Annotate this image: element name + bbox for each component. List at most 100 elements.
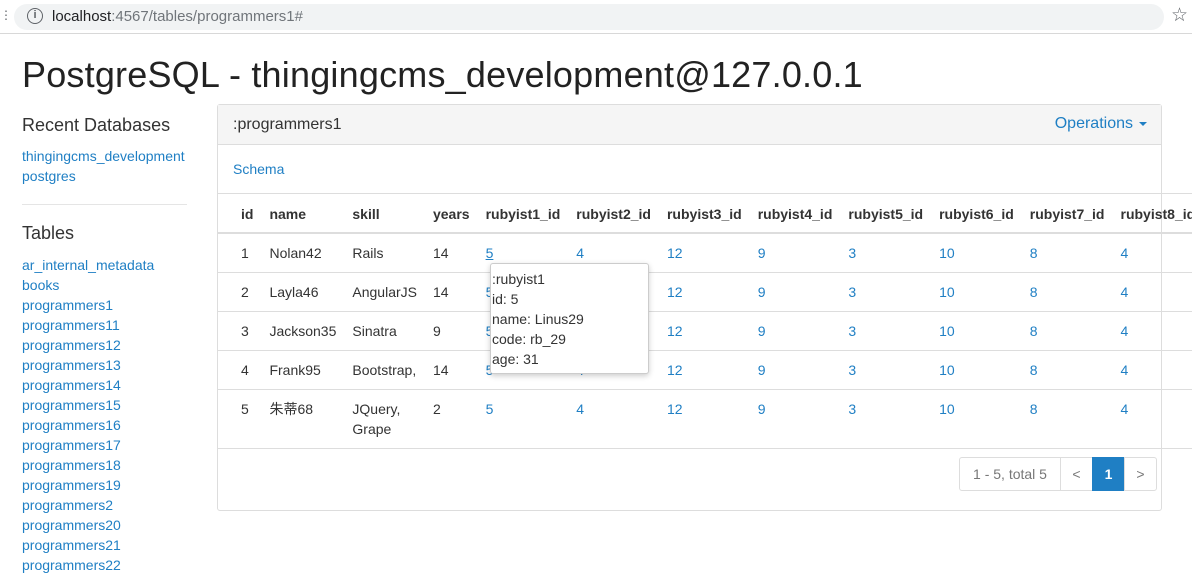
page-button-current[interactable]: 1 xyxy=(1092,457,1125,491)
url-text[interactable]: localhost:4567/tables/programmers1# xyxy=(52,8,303,25)
rubyist-link[interactable]: 12 xyxy=(667,284,683,300)
cell-years: 14 xyxy=(425,233,478,273)
rubyist-link[interactable]: 5 xyxy=(486,401,494,417)
cell-skill: JQuery, Grape xyxy=(344,389,425,448)
rubyist-link[interactable]: 8 xyxy=(1030,362,1038,378)
rubyist-link[interactable]: 8 xyxy=(1030,284,1038,300)
tooltip-field: name: Linus29 xyxy=(492,309,648,329)
cell-rubyist: 8 xyxy=(1022,350,1113,389)
cell-rubyist: 10 xyxy=(931,311,1022,350)
info-icon[interactable]: i xyxy=(27,8,43,24)
cell-rubyist: 4 xyxy=(1113,272,1192,311)
rubyist-link[interactable]: 4 xyxy=(1121,401,1129,417)
rubyist-link[interactable]: 10 xyxy=(939,245,955,261)
table-link[interactable]: programmers16 xyxy=(22,415,192,435)
column-header[interactable]: skill xyxy=(344,194,425,233)
column-header[interactable]: rubyist2_id xyxy=(568,194,659,233)
column-header[interactable]: name xyxy=(261,194,344,233)
rubyist-link[interactable]: 4 xyxy=(1121,323,1129,339)
table-link[interactable]: programmers21 xyxy=(22,535,192,555)
rubyist-link[interactable]: 10 xyxy=(939,323,955,339)
rubyist-link[interactable]: 4 xyxy=(1121,284,1129,300)
cell-rubyist: 10 xyxy=(931,233,1022,273)
table-link[interactable]: programmers14 xyxy=(22,375,192,395)
rubyist-link[interactable]: 3 xyxy=(848,323,856,339)
rubyist-link[interactable]: 3 xyxy=(848,362,856,378)
column-header[interactable]: rubyist6_id xyxy=(931,194,1022,233)
database-link[interactable]: postgres xyxy=(22,166,192,186)
table-link[interactable]: programmers2 xyxy=(22,495,192,515)
table-link[interactable]: programmers11 xyxy=(22,315,192,335)
rubyist-link[interactable]: 12 xyxy=(667,401,683,417)
rubyist-link[interactable]: 8 xyxy=(1030,401,1038,417)
tooltip-field: code: rb_29 xyxy=(492,329,648,349)
column-header[interactable]: rubyist5_id xyxy=(840,194,931,233)
rubyist-link[interactable]: 3 xyxy=(848,401,856,417)
column-header[interactable]: years xyxy=(425,194,478,233)
rubyist-link[interactable]: 9 xyxy=(758,284,766,300)
rubyist-link[interactable]: 12 xyxy=(667,323,683,339)
column-header[interactable]: rubyist1_id xyxy=(478,194,569,233)
table-link[interactable]: programmers22 xyxy=(22,555,192,575)
table-link[interactable]: ar_internal_metadata xyxy=(22,255,192,275)
column-header[interactable]: rubyist7_id xyxy=(1022,194,1113,233)
rubyist-link[interactable]: 4 xyxy=(576,245,584,261)
prev-page-button[interactable]: < xyxy=(1060,457,1093,491)
rubyist-link[interactable]: 4 xyxy=(576,401,584,417)
column-header[interactable]: rubyist4_id xyxy=(750,194,841,233)
rubyist-link[interactable]: 10 xyxy=(939,362,955,378)
url-path: :4567/tables/programmers1# xyxy=(111,8,303,25)
table-link[interactable]: programmers20 xyxy=(22,515,192,535)
cell-skill: AngularJS xyxy=(344,272,425,311)
table-link[interactable]: programmers1 xyxy=(22,295,192,315)
star-icon[interactable]: ☆ xyxy=(1171,4,1188,27)
rubyist-link[interactable]: 4 xyxy=(1121,245,1129,261)
rubyist-link[interactable]: 8 xyxy=(1030,323,1038,339)
cell-rubyist: 5 xyxy=(478,389,569,448)
table-link[interactable]: programmers12 xyxy=(22,335,192,355)
table-row: 3 Jackson35 Sinatra 9 5 4 12 9 3 10 8 4 xyxy=(218,311,1192,350)
rubyist-link[interactable]: 3 xyxy=(848,245,856,261)
cell-rubyist: 12 xyxy=(659,389,750,448)
database-link[interactable]: thingingcms_development xyxy=(22,146,192,166)
table-link[interactable]: programmers13 xyxy=(22,355,192,375)
table-link[interactable]: books xyxy=(22,275,192,295)
cell-rubyist: 3 xyxy=(840,311,931,350)
cell-id: 2 xyxy=(218,272,261,311)
cell-rubyist: 8 xyxy=(1022,389,1113,448)
column-header[interactable]: rubyist3_id xyxy=(659,194,750,233)
table-link[interactable]: programmers18 xyxy=(22,455,192,475)
tooltip-field: age: 31 xyxy=(492,349,648,369)
cell-rubyist: 10 xyxy=(931,350,1022,389)
column-header[interactable]: id xyxy=(218,194,261,233)
sidebar-divider xyxy=(22,204,187,205)
cell-name: Nolan42 xyxy=(261,233,344,273)
url-host: localhost xyxy=(52,8,111,25)
tooltip-table-name: :rubyist1 xyxy=(492,269,648,289)
rubyist-link[interactable]: 3 xyxy=(848,284,856,300)
cell-rubyist: 4 xyxy=(568,389,659,448)
column-header[interactable]: rubyist8_id xyxy=(1113,194,1192,233)
rubyist-link[interactable]: 5 xyxy=(486,245,494,261)
rubyist-link[interactable]: 9 xyxy=(758,401,766,417)
rubyist-link[interactable]: 12 xyxy=(667,245,683,261)
next-page-button[interactable]: > xyxy=(1124,457,1157,491)
rubyist-link[interactable]: 10 xyxy=(939,284,955,300)
rubyist-link[interactable]: 9 xyxy=(758,362,766,378)
rubyist-link[interactable]: 4 xyxy=(1121,362,1129,378)
table-link[interactable]: programmers15 xyxy=(22,395,192,415)
rubyist-link[interactable]: 9 xyxy=(758,245,766,261)
rubyist-link[interactable]: 9 xyxy=(758,323,766,339)
cell-rubyist: 4 xyxy=(1113,233,1192,273)
rubyist-link[interactable]: 12 xyxy=(667,362,683,378)
table-link[interactable]: programmers19 xyxy=(22,475,192,495)
rubyist-link[interactable]: 8 xyxy=(1030,245,1038,261)
cell-rubyist: 9 xyxy=(750,311,841,350)
cell-rubyist: 12 xyxy=(659,350,750,389)
table-link[interactable]: programmers17 xyxy=(22,435,192,455)
rubyist-link[interactable]: 10 xyxy=(939,401,955,417)
tooltip-field: id: 5 xyxy=(492,289,648,309)
pagination-info: 1 - 5, total 5 xyxy=(959,457,1061,491)
data-table: id name skill years rubyist1_id rubyist2… xyxy=(218,193,1192,449)
table-scroll-area[interactable]: id name skill years rubyist1_id rubyist2… xyxy=(218,105,1192,512)
